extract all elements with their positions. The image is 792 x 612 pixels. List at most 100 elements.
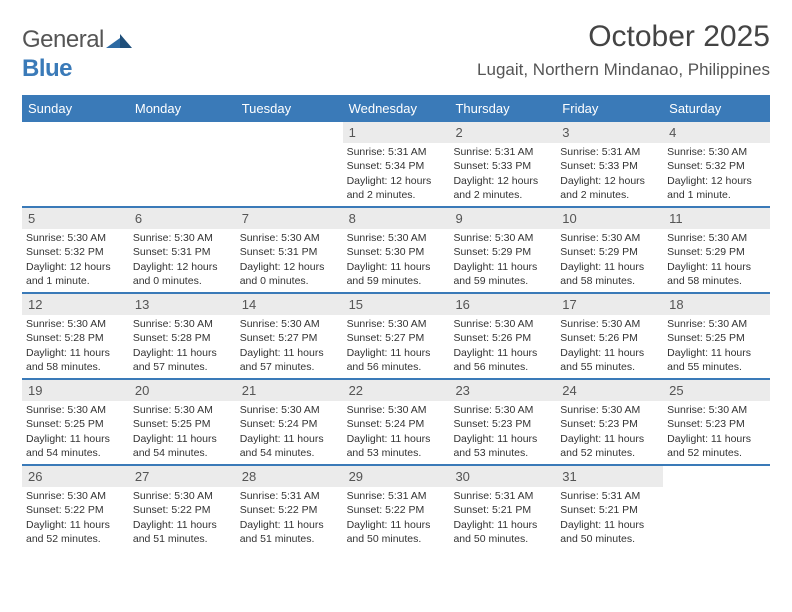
sunrise-text: Sunrise: 5:30 AM [453, 403, 552, 417]
sunrise-text: Sunrise: 5:30 AM [560, 231, 659, 245]
calendar-cell: 6Sunrise: 5:30 AMSunset: 5:31 PMDaylight… [129, 208, 236, 292]
day-info: Sunrise: 5:31 AMSunset: 5:21 PMDaylight:… [556, 487, 663, 548]
calendar-cell: 4Sunrise: 5:30 AMSunset: 5:32 PMDaylight… [663, 122, 770, 206]
sunset-text: Sunset: 5:22 PM [133, 503, 232, 517]
calendar-cell [22, 122, 129, 206]
calendar-cell: 16Sunrise: 5:30 AMSunset: 5:26 PMDayligh… [449, 294, 556, 378]
calendar-cell: 11Sunrise: 5:30 AMSunset: 5:29 PMDayligh… [663, 208, 770, 292]
calendar-cell: 30Sunrise: 5:31 AMSunset: 5:21 PMDayligh… [449, 466, 556, 550]
day-number: 27 [129, 466, 236, 488]
sunrise-text: Sunrise: 5:31 AM [347, 145, 446, 159]
calendar-cell: 20Sunrise: 5:30 AMSunset: 5:25 PMDayligh… [129, 380, 236, 464]
sunrise-text: Sunrise: 5:31 AM [453, 489, 552, 503]
daylight-text: Daylight: 11 hours and 58 minutes. [560, 260, 659, 288]
sunset-text: Sunset: 5:27 PM [347, 331, 446, 345]
sunrise-text: Sunrise: 5:30 AM [560, 317, 659, 331]
day-header-cell: Tuesday [236, 95, 343, 122]
header: GeneralBlue October 2025 Lugait, Norther… [22, 20, 770, 83]
logo: GeneralBlue [22, 26, 132, 83]
day-info: Sunrise: 5:31 AMSunset: 5:33 PMDaylight:… [556, 143, 663, 204]
calendar-cell: 8Sunrise: 5:30 AMSunset: 5:30 PMDaylight… [343, 208, 450, 292]
calendar-cell: 7Sunrise: 5:30 AMSunset: 5:31 PMDaylight… [236, 208, 343, 292]
daylight-text: Daylight: 11 hours and 52 minutes. [26, 518, 125, 546]
week-row: 1Sunrise: 5:31 AMSunset: 5:34 PMDaylight… [22, 122, 770, 206]
daylight-text: Daylight: 11 hours and 57 minutes. [133, 346, 232, 374]
day-header-cell: Friday [556, 95, 663, 122]
day-number: 6 [129, 208, 236, 230]
day-number: 10 [556, 208, 663, 230]
day-number: 16 [449, 294, 556, 316]
day-number: 2 [449, 122, 556, 144]
day-info: Sunrise: 5:30 AMSunset: 5:29 PMDaylight:… [663, 229, 770, 290]
sunset-text: Sunset: 5:33 PM [453, 159, 552, 173]
sunset-text: Sunset: 5:33 PM [560, 159, 659, 173]
calendar-cell [236, 122, 343, 206]
day-info: Sunrise: 5:30 AMSunset: 5:31 PMDaylight:… [236, 229, 343, 290]
calendar-cell: 17Sunrise: 5:30 AMSunset: 5:26 PMDayligh… [556, 294, 663, 378]
day-number: 5 [22, 208, 129, 230]
daylight-text: Daylight: 12 hours and 2 minutes. [560, 174, 659, 202]
calendar-cell: 26Sunrise: 5:30 AMSunset: 5:22 PMDayligh… [22, 466, 129, 550]
sunrise-text: Sunrise: 5:31 AM [240, 489, 339, 503]
daylight-text: Daylight: 11 hours and 55 minutes. [667, 346, 766, 374]
daylight-text: Daylight: 12 hours and 1 minute. [26, 260, 125, 288]
sunset-text: Sunset: 5:23 PM [453, 417, 552, 431]
day-number: 18 [663, 294, 770, 316]
daylight-text: Daylight: 11 hours and 53 minutes. [347, 432, 446, 460]
sunrise-text: Sunrise: 5:30 AM [667, 317, 766, 331]
sunrise-text: Sunrise: 5:30 AM [560, 403, 659, 417]
sunrise-text: Sunrise: 5:30 AM [240, 317, 339, 331]
daylight-text: Daylight: 11 hours and 58 minutes. [26, 346, 125, 374]
day-number: 12 [22, 294, 129, 316]
sunset-text: Sunset: 5:29 PM [453, 245, 552, 259]
daylight-text: Daylight: 11 hours and 51 minutes. [240, 518, 339, 546]
day-number: 20 [129, 380, 236, 402]
day-number: 29 [343, 466, 450, 488]
day-info: Sunrise: 5:30 AMSunset: 5:31 PMDaylight:… [129, 229, 236, 290]
day-info: Sunrise: 5:30 AMSunset: 5:25 PMDaylight:… [22, 401, 129, 462]
day-number: 23 [449, 380, 556, 402]
location-text: Lugait, Northern Mindanao, Philippines [477, 60, 770, 80]
day-header-cell: Monday [129, 95, 236, 122]
calendar-cell: 23Sunrise: 5:30 AMSunset: 5:23 PMDayligh… [449, 380, 556, 464]
calendar-cell: 28Sunrise: 5:31 AMSunset: 5:22 PMDayligh… [236, 466, 343, 550]
week-row: 12Sunrise: 5:30 AMSunset: 5:28 PMDayligh… [22, 292, 770, 378]
day-number: 11 [663, 208, 770, 230]
day-number: 1 [343, 122, 450, 144]
daylight-text: Daylight: 11 hours and 54 minutes. [26, 432, 125, 460]
sunrise-text: Sunrise: 5:31 AM [453, 145, 552, 159]
sunset-text: Sunset: 5:31 PM [240, 245, 339, 259]
sunset-text: Sunset: 5:26 PM [453, 331, 552, 345]
day-info: Sunrise: 5:30 AMSunset: 5:26 PMDaylight:… [449, 315, 556, 376]
daylight-text: Daylight: 11 hours and 58 minutes. [667, 260, 766, 288]
sunset-text: Sunset: 5:22 PM [240, 503, 339, 517]
day-number: 21 [236, 380, 343, 402]
calendar-cell: 13Sunrise: 5:30 AMSunset: 5:28 PMDayligh… [129, 294, 236, 378]
day-number: 31 [556, 466, 663, 488]
sunrise-text: Sunrise: 5:30 AM [347, 403, 446, 417]
calendar-cell: 3Sunrise: 5:31 AMSunset: 5:33 PMDaylight… [556, 122, 663, 206]
sunset-text: Sunset: 5:21 PM [560, 503, 659, 517]
calendar-cell: 1Sunrise: 5:31 AMSunset: 5:34 PMDaylight… [343, 122, 450, 206]
sunset-text: Sunset: 5:29 PM [667, 245, 766, 259]
day-info: Sunrise: 5:30 AMSunset: 5:26 PMDaylight:… [556, 315, 663, 376]
daylight-text: Daylight: 11 hours and 57 minutes. [240, 346, 339, 374]
daylight-text: Daylight: 12 hours and 0 minutes. [133, 260, 232, 288]
day-info: Sunrise: 5:30 AMSunset: 5:27 PMDaylight:… [236, 315, 343, 376]
calendar-cell: 10Sunrise: 5:30 AMSunset: 5:29 PMDayligh… [556, 208, 663, 292]
calendar-cell: 31Sunrise: 5:31 AMSunset: 5:21 PMDayligh… [556, 466, 663, 550]
calendar-cell: 12Sunrise: 5:30 AMSunset: 5:28 PMDayligh… [22, 294, 129, 378]
calendar-cell: 27Sunrise: 5:30 AMSunset: 5:22 PMDayligh… [129, 466, 236, 550]
weeks-container: 1Sunrise: 5:31 AMSunset: 5:34 PMDaylight… [22, 122, 770, 550]
day-header-row: SundayMondayTuesdayWednesdayThursdayFrid… [22, 95, 770, 122]
calendar-cell: 24Sunrise: 5:30 AMSunset: 5:23 PMDayligh… [556, 380, 663, 464]
day-number: 15 [343, 294, 450, 316]
daylight-text: Daylight: 11 hours and 54 minutes. [240, 432, 339, 460]
sunrise-text: Sunrise: 5:30 AM [667, 231, 766, 245]
calendar-cell [663, 466, 770, 550]
day-info: Sunrise: 5:30 AMSunset: 5:30 PMDaylight:… [343, 229, 450, 290]
sunset-text: Sunset: 5:25 PM [133, 417, 232, 431]
logo-word2: Blue [22, 55, 72, 82]
day-number: 24 [556, 380, 663, 402]
day-header-cell: Thursday [449, 95, 556, 122]
